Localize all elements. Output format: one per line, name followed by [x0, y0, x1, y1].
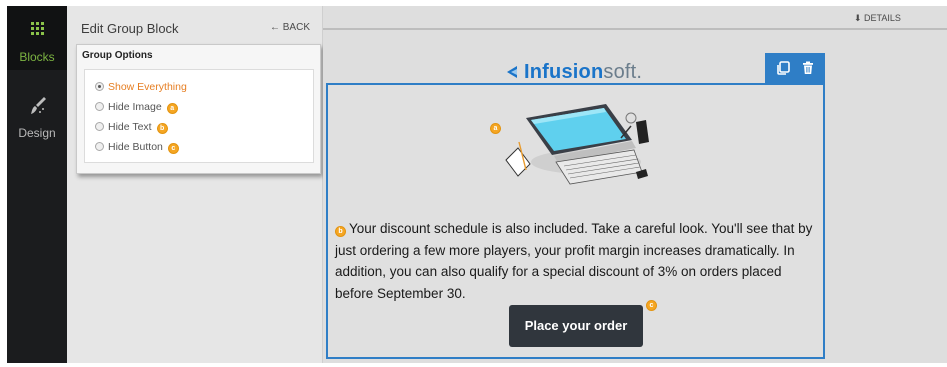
badge-c: c [167, 143, 179, 154]
badge-a: a [490, 123, 501, 134]
group-options-title: Group Options [82, 50, 153, 61]
radio-selected-icon[interactable] [95, 82, 104, 91]
place-order-button[interactable]: Place your order [509, 305, 643, 347]
badge-b: b [156, 123, 168, 134]
grid-icon [31, 22, 45, 36]
badge-c: c [646, 300, 657, 311]
option-show-everything[interactable]: Show Everything [95, 81, 187, 95]
block-text-content: Your discount schedule is also included.… [335, 221, 813, 301]
logo-text-thin: soft. [603, 61, 643, 83]
copy-icon[interactable] [775, 60, 791, 76]
radio-icon[interactable] [95, 102, 104, 111]
rail-item-label: Blocks [19, 50, 55, 64]
option-label: Hide Button [108, 141, 163, 153]
option-hide-text[interactable]: Hide Text b [95, 121, 168, 135]
edit-panel: Edit Group Block ← BACK Group Options Sh… [67, 6, 323, 363]
rail-item-blocks[interactable]: Blocks [7, 6, 67, 70]
rail-item-design[interactable]: Design [7, 78, 67, 142]
rail-item-label: Design [18, 126, 56, 140]
brand-logo: Infusionsoft. [506, 61, 642, 85]
badge-b: b [335, 226, 346, 237]
back-button[interactable]: ← BACK [270, 22, 310, 33]
radio-icon[interactable] [95, 142, 104, 151]
app-frame: Blocks Design Edit Group Block ← BACK Gr… [0, 0, 947, 367]
editor-canvas: ⬇ DETAILS Infusionsoft. a b Your discoun… [323, 6, 947, 363]
option-label: Hide Image [108, 101, 162, 113]
option-hide-image[interactable]: Hide Image a [95, 101, 178, 115]
logo-mark-icon [507, 66, 517, 78]
computer-illustration [505, 104, 649, 185]
option-hide-button[interactable]: Hide Button c [95, 141, 179, 155]
details-toggle[interactable]: ⬇ DETAILS [854, 13, 901, 24]
option-label: Hide Text [108, 121, 152, 133]
group-options-list: Show Everything Hide Image a Hide Text b H… [84, 69, 314, 163]
option-label: Show Everything [108, 81, 187, 93]
panel-title: Edit Group Block [81, 21, 179, 36]
block-toolbar [765, 53, 825, 83]
group-options-card: Group Options Show Everything Hide Image… [76, 44, 321, 174]
block-text[interactable]: b Your discount schedule is also included… [335, 218, 815, 304]
left-rail: Blocks Design [7, 6, 67, 363]
trash-icon[interactable] [800, 60, 816, 76]
canvas-divider [323, 28, 947, 30]
brush-icon [31, 97, 46, 114]
radio-icon[interactable] [95, 122, 104, 131]
logo-text-bold: Infusion [524, 61, 604, 83]
group-block[interactable]: a b Your discount schedule is also includ… [326, 83, 825, 359]
badge-a: a [166, 103, 178, 114]
